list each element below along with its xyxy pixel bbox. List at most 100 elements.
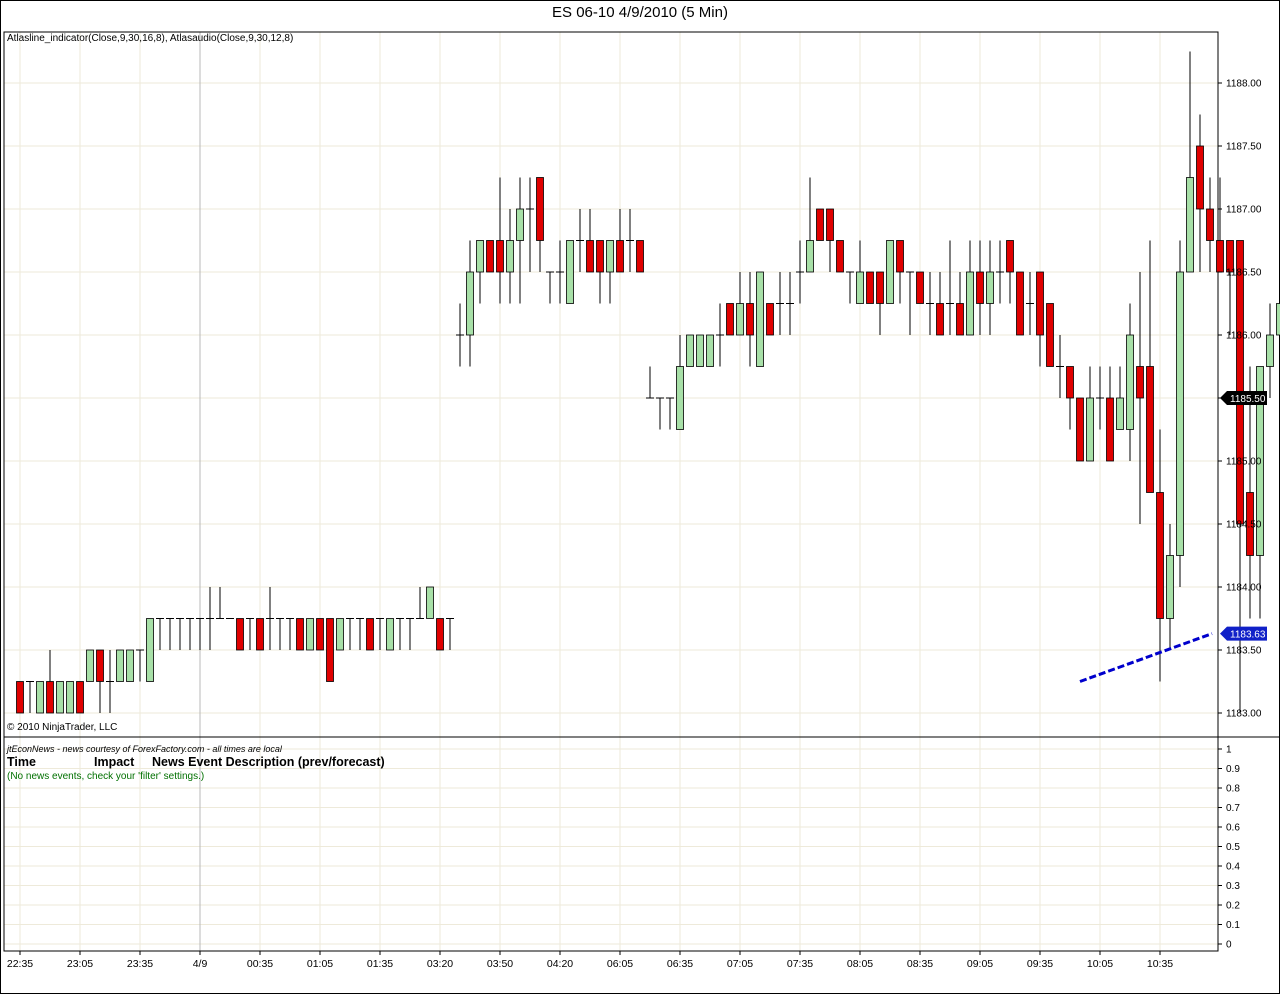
- lower-y-tick-label: 1: [1226, 745, 1232, 756]
- candle-body: [606, 240, 614, 273]
- x-tick-label: 09:35: [1027, 958, 1053, 970]
- candle-body: [36, 681, 44, 714]
- y-tick-label: 1186.50: [1226, 268, 1262, 279]
- candle-body: [806, 240, 814, 273]
- candle-body: [1206, 208, 1214, 241]
- candle-body: [76, 681, 84, 714]
- lower-y-tick-label: 0: [1226, 940, 1232, 951]
- candle-body: [1196, 145, 1204, 210]
- candle-body: [506, 240, 514, 273]
- candle-body: [836, 240, 844, 273]
- copyright-text: © 2010 NinjaTrader, LLC: [7, 722, 118, 733]
- candle-body: [256, 618, 264, 651]
- candle-body: [1136, 366, 1144, 399]
- candle-body: [816, 208, 824, 241]
- y-tick-label: 1184.00: [1226, 583, 1262, 594]
- x-tick-label: 03:20: [427, 958, 453, 970]
- plot-border: [3, 31, 1219, 952]
- candle-body: [566, 240, 574, 304]
- y-tick-label: 1183.50: [1226, 646, 1262, 657]
- x-tick-label: 4/9: [193, 958, 208, 970]
- candle-body: [1266, 334, 1274, 367]
- candle-body: [586, 240, 594, 273]
- candle-body: [1146, 366, 1154, 493]
- chart-frame: [0, 0, 1280, 994]
- candle-body: [636, 240, 644, 273]
- y-tick-label: 1185.00: [1226, 457, 1262, 468]
- candle-body: [756, 271, 764, 367]
- x-tick-label: 00:35: [247, 958, 273, 970]
- news-col-description: News Event Description (prev/forecast): [152, 755, 385, 769]
- candles: [16, 51, 1280, 714]
- news-col-impact: Impact: [94, 755, 135, 769]
- candle-body: [706, 334, 714, 367]
- candle-body: [736, 303, 744, 336]
- candle-body: [486, 240, 494, 273]
- x-tick-label: 10:05: [1087, 958, 1113, 970]
- last-price-marker-label: 1185.50: [1230, 394, 1266, 405]
- candle-body: [726, 303, 734, 336]
- candle-body: [986, 271, 994, 304]
- candle-body: [866, 271, 874, 304]
- candle-body: [496, 240, 504, 273]
- grid-lines: [4, 32, 1218, 951]
- candle-body: [676, 366, 684, 430]
- candle-body: [1276, 303, 1280, 336]
- candle-body: [1106, 397, 1114, 462]
- news-col-time: Time: [7, 755, 36, 769]
- candle-body: [1066, 366, 1074, 399]
- candle-body: [1236, 240, 1244, 525]
- x-tick-label: 06:05: [607, 958, 633, 970]
- candle-body: [966, 271, 974, 336]
- y-tick-label: 1187.50: [1226, 142, 1262, 153]
- lower-y-tick-label: 0.1: [1226, 920, 1240, 931]
- x-tick-label: 08:05: [847, 958, 873, 970]
- y-tick-label: 1184.50: [1226, 520, 1262, 531]
- lower-y-tick-label: 0.8: [1226, 784, 1240, 795]
- candle-body: [1046, 303, 1054, 367]
- news-empty-message: (No news events, check your 'filter' set…: [7, 771, 205, 782]
- y-tick-label: 1187.00: [1226, 205, 1262, 216]
- candle-body: [296, 618, 304, 651]
- candle-body: [766, 303, 774, 336]
- candle-body: [116, 649, 124, 682]
- candle-body: [466, 271, 474, 336]
- x-tick-label: 23:35: [127, 958, 153, 970]
- x-tick-label: 01:05: [307, 958, 333, 970]
- candle-body: [146, 618, 154, 682]
- x-tick-label: 22:35: [7, 958, 33, 970]
- lower-y-tick-label: 0.5: [1226, 842, 1240, 853]
- candle-body: [746, 303, 754, 336]
- candle-body: [536, 177, 544, 241]
- lower-y-tick-label: 0.9: [1226, 764, 1240, 775]
- candle-body: [616, 240, 624, 273]
- candle-body: [686, 334, 694, 367]
- candle-body: [86, 649, 94, 682]
- candle-body: [696, 334, 704, 367]
- candle-body: [976, 271, 984, 304]
- x-tick-label: 03:50: [487, 958, 513, 970]
- candle-body: [436, 618, 444, 651]
- candle-body: [1126, 334, 1134, 430]
- candle-body: [316, 618, 324, 651]
- candle-body: [366, 618, 374, 651]
- candle-body: [56, 681, 64, 714]
- candle-body: [236, 618, 244, 651]
- lower-y-tick-label: 0.4: [1226, 862, 1240, 873]
- y-tick-label: 1188.00: [1226, 79, 1262, 90]
- candle-body: [426, 586, 434, 619]
- candle-body: [1176, 271, 1184, 556]
- indicator-label: Atlasline_indicator(Close,9,30,16,8), At…: [7, 33, 294, 44]
- candle-body: [1186, 177, 1194, 273]
- news-panel-header: jtEconNews - news courtesy of ForexFacto…: [7, 744, 282, 754]
- candle-body: [596, 240, 604, 273]
- candle-body: [126, 649, 134, 682]
- price-chart[interactable]: 1183.00 1183.50 1184.00 1184.50 1185.00 1185.…: [0, 0, 1280, 994]
- candle-body: [936, 303, 944, 336]
- candle-body: [516, 208, 524, 241]
- candle-body: [1156, 492, 1164, 619]
- candle-body: [886, 240, 894, 304]
- candle-body: [96, 649, 104, 682]
- candle-body: [1216, 240, 1224, 273]
- candle-body: [856, 271, 864, 304]
